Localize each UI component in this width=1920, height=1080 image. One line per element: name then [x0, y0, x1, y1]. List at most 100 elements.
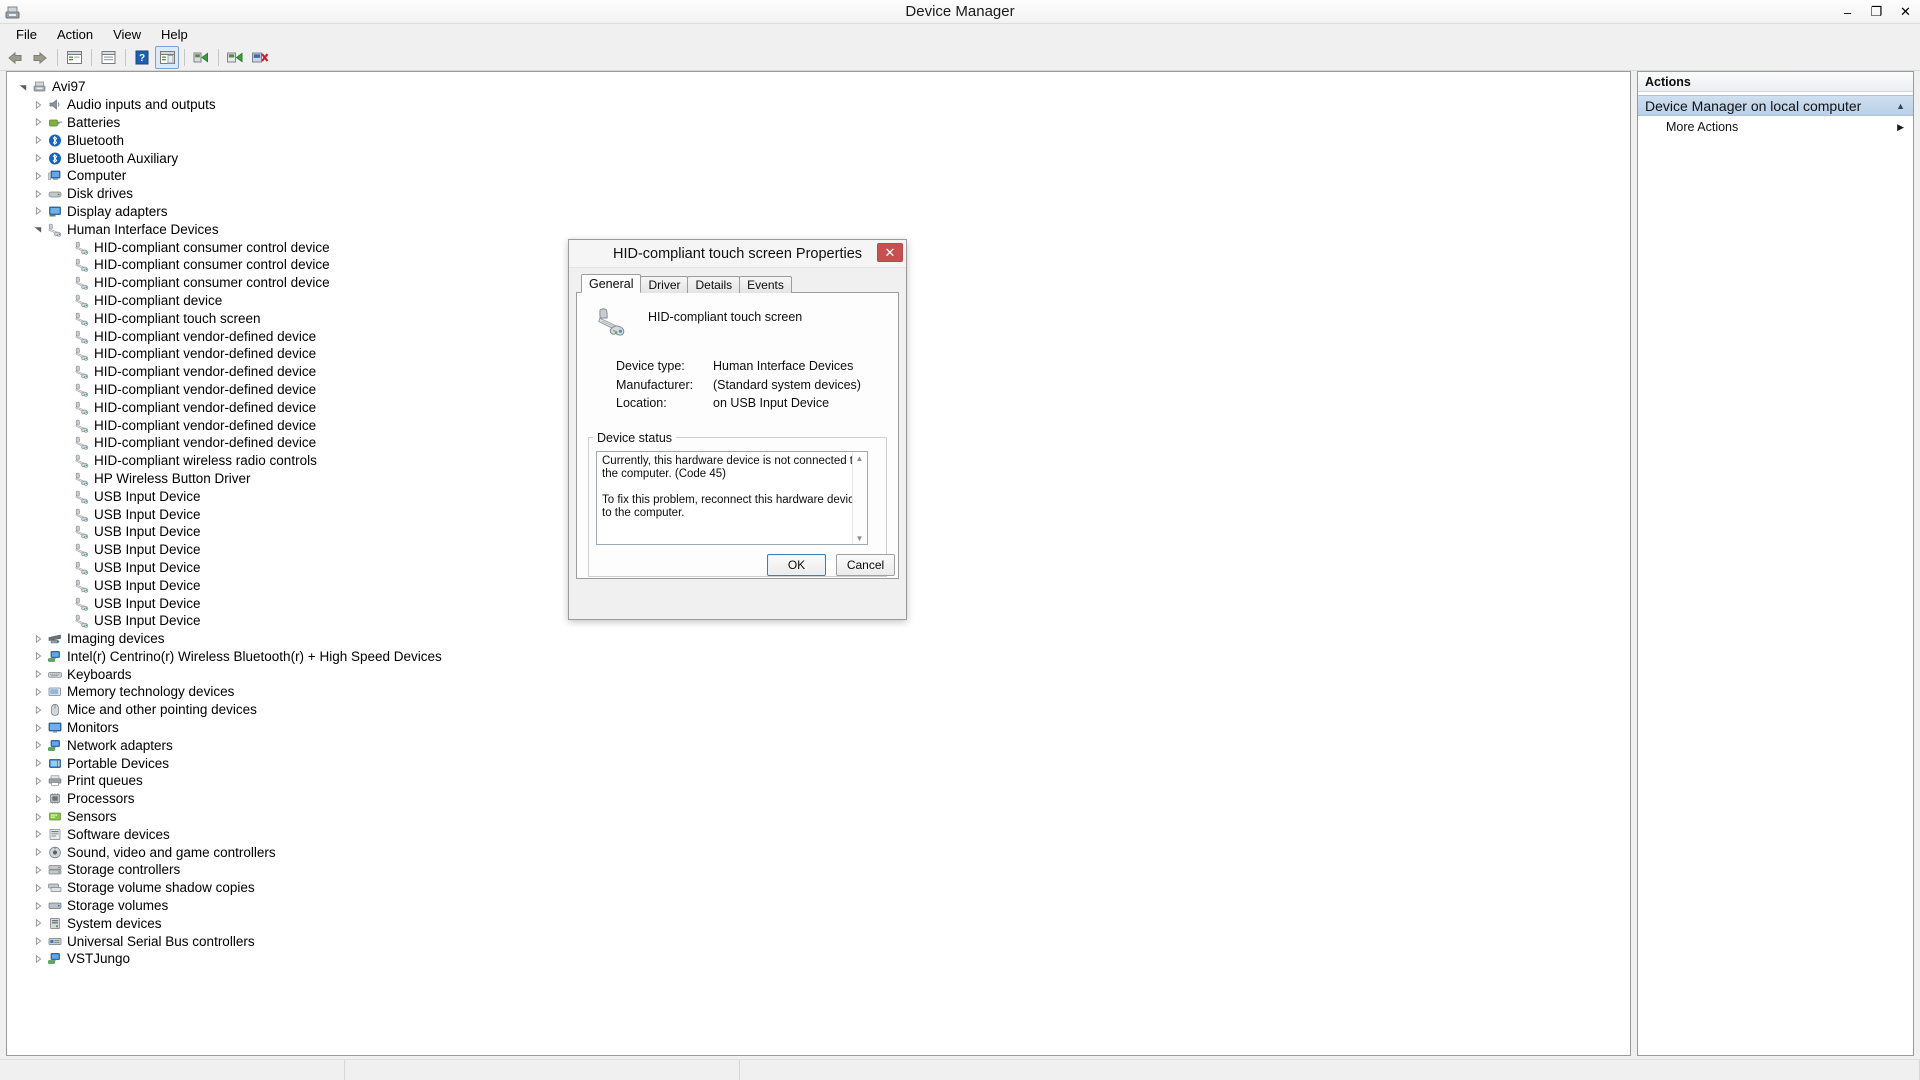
cancel-button[interactable]: Cancel — [836, 554, 895, 576]
tree-twisty-collapsed-icon[interactable] — [30, 648, 46, 664]
tree-twisty-expanded-icon[interactable] — [15, 79, 31, 95]
actions-item-more-actions[interactable]: More Actions ▶ — [1638, 116, 1913, 138]
forward-button[interactable] — [28, 46, 52, 69]
tree-twisty-collapsed-icon[interactable] — [30, 114, 46, 130]
scan-hardware-button[interactable] — [223, 46, 247, 69]
tree-node[interactable]: Imaging devices — [11, 630, 1630, 648]
chevron-up-icon[interactable]: ▲ — [1896, 101, 1905, 111]
tree-twisty-collapsed-icon[interactable] — [30, 684, 46, 700]
update-driver-button[interactable] — [189, 46, 213, 69]
tree-twisty-collapsed-icon[interactable] — [30, 132, 46, 148]
tab-details[interactable]: Details — [687, 276, 741, 293]
menu-file[interactable]: File — [6, 25, 47, 44]
speaker-icon — [46, 97, 63, 113]
tree-node[interactable]: Universal Serial Bus controllers — [11, 932, 1630, 950]
tree-node[interactable]: Batteries — [11, 114, 1630, 132]
tree-node[interactable]: Disk drives — [11, 185, 1630, 203]
menu-action[interactable]: Action — [47, 25, 103, 44]
tree-node-label: Imaging devices — [67, 631, 165, 647]
tree-node[interactable]: Keyboards — [11, 665, 1630, 683]
tree-node[interactable]: VSTJungo — [11, 950, 1630, 968]
tree-node[interactable]: Monitors — [11, 719, 1630, 737]
tree-twisty-collapsed-icon[interactable] — [30, 862, 46, 878]
tree-twisty-collapsed-icon[interactable] — [30, 773, 46, 789]
tree-node[interactable]: Sound, video and game controllers — [11, 843, 1630, 861]
tree-node[interactable]: Storage volume shadow copies — [11, 879, 1630, 897]
tree-node[interactable]: Memory technology devices — [11, 683, 1630, 701]
menu-view[interactable]: View — [103, 25, 151, 44]
tab-driver[interactable]: Driver — [640, 276, 689, 293]
tree-twisty-collapsed-icon[interactable] — [30, 737, 46, 753]
tree-twisty-collapsed-icon[interactable] — [30, 97, 46, 113]
tree-twisty-collapsed-icon[interactable] — [30, 755, 46, 771]
tree-node[interactable]: Computer — [11, 167, 1630, 185]
tree-twisty-collapsed-icon[interactable] — [30, 150, 46, 166]
tree-twisty-collapsed-icon[interactable] — [30, 880, 46, 896]
scroll-down-icon[interactable]: ▼ — [856, 533, 864, 544]
tree-node[interactable]: Network adapters — [11, 736, 1630, 754]
maximize-button[interactable]: ❐ — [1862, 0, 1891, 24]
tree-twisty-collapsed-icon[interactable] — [30, 720, 46, 736]
tree-node[interactable]: Software devices — [11, 825, 1630, 843]
status-scrollbar[interactable]: ▲ ▼ — [852, 452, 866, 544]
back-button[interactable] — [3, 46, 27, 69]
tree-twisty-collapsed-icon[interactable] — [30, 631, 46, 647]
tab-events[interactable]: Events — [739, 276, 792, 293]
close-button[interactable]: ✕ — [1891, 0, 1920, 24]
console-tree-button[interactable] — [62, 46, 86, 69]
tree-node[interactable]: Display adapters — [11, 203, 1630, 221]
tree-twisty-collapsed-icon[interactable] — [30, 951, 46, 967]
hid-icon — [73, 328, 90, 344]
tree-node[interactable]: Storage volumes — [11, 897, 1630, 915]
tree-node[interactable]: Portable Devices — [11, 754, 1630, 772]
tree-node[interactable]: Bluetooth Auxiliary — [11, 149, 1630, 167]
help-button[interactable]: ? — [130, 46, 154, 69]
dialog-close-button[interactable]: ✕ — [877, 243, 903, 262]
tree-twisty-collapsed-icon[interactable] — [30, 702, 46, 718]
tree-node-label: HID-compliant vendor-defined device — [94, 399, 317, 415]
menu-help[interactable]: Help — [151, 25, 198, 44]
hid-icon — [73, 488, 90, 504]
battery-icon — [46, 114, 63, 130]
uninstall-device-button[interactable] — [248, 46, 272, 69]
tree-twisty-placeholder — [57, 310, 73, 326]
tree-twisty-collapsed-icon[interactable] — [30, 809, 46, 825]
tree-node-label: USB Input Device — [94, 595, 201, 611]
actions-group-device-manager[interactable]: Device Manager on local computer ▲ — [1638, 95, 1913, 116]
ok-button[interactable]: OK — [767, 554, 826, 576]
tree-node[interactable]: Audio inputs and outputs — [11, 96, 1630, 114]
tree-node[interactable]: Mice and other pointing devices — [11, 701, 1630, 719]
tree-node[interactable]: Intel(r) Centrino(r) Wireless Bluetooth(… — [11, 648, 1630, 666]
tree-twisty-expanded-icon[interactable] — [30, 221, 46, 237]
tree-node[interactable]: System devices — [11, 914, 1630, 932]
tree-twisty-collapsed-icon[interactable] — [30, 203, 46, 219]
tree-twisty-collapsed-icon[interactable] — [30, 791, 46, 807]
tree-node[interactable]: Processors — [11, 790, 1630, 808]
tree-node[interactable]: Sensors — [11, 808, 1630, 826]
properties-button[interactable] — [96, 46, 120, 69]
device-status-textarea[interactable]: Currently, this hardware device is not c… — [596, 450, 868, 545]
tree-twisty-collapsed-icon[interactable] — [30, 168, 46, 184]
tree-node[interactable]: Avi97 — [11, 78, 1630, 96]
tree-node[interactable]: Human Interface Devices — [11, 220, 1630, 238]
tree-twisty-collapsed-icon[interactable] — [30, 898, 46, 914]
tree-node-label: Storage volumes — [67, 898, 169, 914]
tree-twisty-collapsed-icon[interactable] — [30, 186, 46, 202]
tree-node-label: USB Input Device — [94, 524, 201, 540]
tree-twisty-collapsed-icon[interactable] — [30, 915, 46, 931]
usb-controller-icon — [46, 933, 63, 949]
tree-twisty-collapsed-icon[interactable] — [30, 666, 46, 682]
scroll-up-icon[interactable]: ▲ — [856, 453, 864, 465]
bluetooth-icon — [46, 132, 63, 148]
minimize-button[interactable]: – — [1833, 0, 1862, 24]
tree-node[interactable]: Bluetooth — [11, 131, 1630, 149]
action-pane-button[interactable] — [155, 46, 179, 69]
tree-twisty-collapsed-icon[interactable] — [30, 826, 46, 842]
tab-general[interactable]: General — [581, 274, 642, 293]
tree-node[interactable]: Storage controllers — [11, 861, 1630, 879]
tree-node[interactable]: Print queues — [11, 772, 1630, 790]
tree-twisty-collapsed-icon[interactable] — [30, 844, 46, 860]
tree-node-label: Network adapters — [67, 737, 173, 753]
tree-node-label: Bluetooth — [67, 132, 125, 148]
tree-twisty-collapsed-icon[interactable] — [30, 933, 46, 949]
